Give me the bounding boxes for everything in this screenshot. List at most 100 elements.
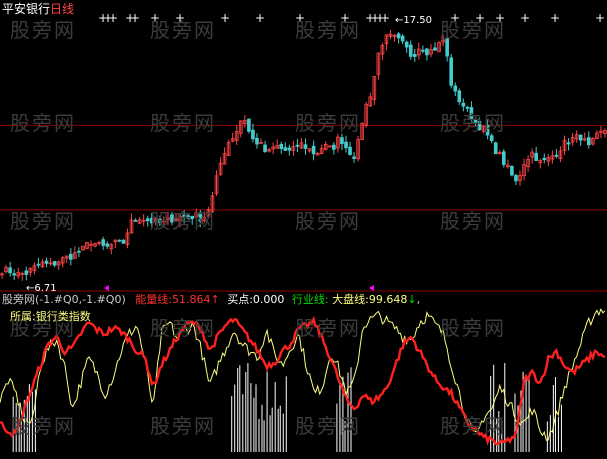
- watermark: 股旁网: [440, 316, 506, 340]
- candle-body: [77, 250, 81, 253]
- candle-body: [514, 174, 518, 182]
- candle-body: [251, 129, 255, 140]
- candle-body: [534, 152, 538, 161]
- candle-body: [117, 239, 122, 242]
- watermark: 股旁网: [295, 111, 361, 135]
- signal-cross-icon: +: [108, 11, 118, 25]
- candle-body: [433, 47, 437, 51]
- stock-chart-window: + + + + + + + + + + + + + + + + + + + + + 股旁网 股旁网 股旁网 股旁网 股旁…: [0, 0, 607, 459]
- candle-body: [404, 41, 409, 48]
- candle-body: [396, 33, 401, 39]
- watermark: 股旁网: [295, 209, 361, 233]
- watermark: 股旁网: [295, 18, 361, 42]
- candle-body: [408, 44, 413, 57]
- signal-cross-icon: +: [380, 11, 390, 25]
- watermark: 股旁网: [10, 111, 76, 135]
- candle-body: [457, 90, 462, 103]
- candle-body: [303, 144, 308, 149]
- down-arrow-icon: ↓: [407, 293, 417, 306]
- candle-body: [412, 53, 417, 57]
- candle-body: [283, 147, 288, 151]
- market-label: 大盘线:: [332, 293, 369, 306]
- candle-body: [493, 142, 498, 155]
- watermark: 股旁网: [440, 209, 506, 233]
- candle-body: [52, 261, 57, 266]
- watermark: 股旁网: [150, 414, 216, 438]
- candle-body: [105, 243, 110, 247]
- candle-body: [247, 118, 251, 132]
- industry-label: 行业线:: [291, 293, 329, 306]
- candle-body: [311, 145, 316, 155]
- buy-value: 0.000: [252, 293, 285, 306]
- candle-body: [8, 267, 12, 274]
- watermark: 股旁网: [10, 209, 76, 233]
- candle-body: [44, 260, 49, 264]
- candle-body: [501, 151, 506, 165]
- watermark: 股旁网: [150, 111, 216, 135]
- candle-body: [263, 144, 267, 152]
- candle-body: [287, 147, 292, 151]
- candle-body: [145, 218, 150, 222]
- watermark: 股旁网: [440, 414, 506, 438]
- watermark: 股旁网: [10, 18, 76, 42]
- candle-body: [461, 102, 466, 107]
- sector-value: 银行类指数: [35, 310, 91, 323]
- candle-body: [344, 141, 348, 149]
- candle-body: [332, 144, 336, 150]
- up-arrow-icon: ↑: [210, 293, 220, 306]
- candle-body: [453, 85, 458, 92]
- energy-label: 能量线:: [135, 293, 172, 306]
- candle-body: [101, 239, 106, 246]
- indicator-name: 股旁网: [2, 293, 35, 306]
- arrow-marker-icon: [104, 285, 109, 291]
- candle-body: [295, 144, 300, 147]
- candle-body: [566, 142, 571, 145]
- watermark: 股旁网: [150, 209, 216, 233]
- high-price-label: ←17.50: [395, 15, 433, 26]
- candle-body: [279, 143, 284, 149]
- indicator-header: 股旁网(-1.#Q0,-1.#Q0) 能量线:51.864↑ 买点:0.000 …: [2, 293, 420, 306]
- watermark: 股旁网: [150, 316, 216, 340]
- candle-body: [255, 137, 259, 145]
- watermark: 股旁网: [295, 316, 361, 340]
- signal-cross-icon: +: [255, 11, 265, 25]
- chart-title: 平安银行日线: [2, 3, 74, 16]
- arrow-marker-icon: [369, 285, 374, 291]
- signal-cross-icon: +: [520, 11, 530, 25]
- candle-body: [542, 157, 547, 161]
- candle-body: [489, 135, 494, 142]
- candle-body: [421, 49, 425, 52]
- watermark: 股旁网: [440, 111, 506, 135]
- candle-body: [400, 35, 405, 42]
- sector-label-text: 所属:: [10, 310, 36, 323]
- signal-cross-icon: +: [220, 11, 230, 25]
- watermark: 股旁网: [150, 18, 216, 42]
- indicator-params: (-1.#Q0,-1.#Q0): [35, 293, 126, 306]
- watermark: 股旁网: [440, 18, 506, 42]
- period-label: 日线: [50, 2, 75, 16]
- candle-body: [12, 273, 16, 276]
- candle-body: [510, 165, 514, 176]
- header-separator: ,: [416, 293, 421, 306]
- signal-cross-icon: +: [595, 11, 605, 25]
- signal-cross-icon: +: [550, 11, 560, 25]
- candle-body: [24, 270, 29, 275]
- market-value: 99.648: [368, 293, 408, 306]
- signal-cross-icon: +: [130, 11, 140, 25]
- candle-body: [352, 156, 356, 159]
- candle-body: [348, 146, 352, 155]
- candle-body: [340, 137, 344, 144]
- sector-label: 所属:银行类指数: [10, 310, 91, 323]
- candle-body: [69, 253, 73, 260]
- candle-body: [586, 137, 591, 146]
- candle-body: [36, 263, 41, 266]
- watermark: 股旁网: [295, 414, 361, 438]
- energy-value: 51.864: [171, 293, 211, 306]
- candle-body: [425, 48, 429, 56]
- candle-body: [449, 57, 454, 86]
- watermark: 股旁网: [10, 414, 76, 438]
- candle-body: [133, 220, 138, 222]
- stock-name: 平安银行: [2, 2, 51, 16]
- candle-body: [554, 154, 559, 157]
- candle-body: [121, 239, 126, 244]
